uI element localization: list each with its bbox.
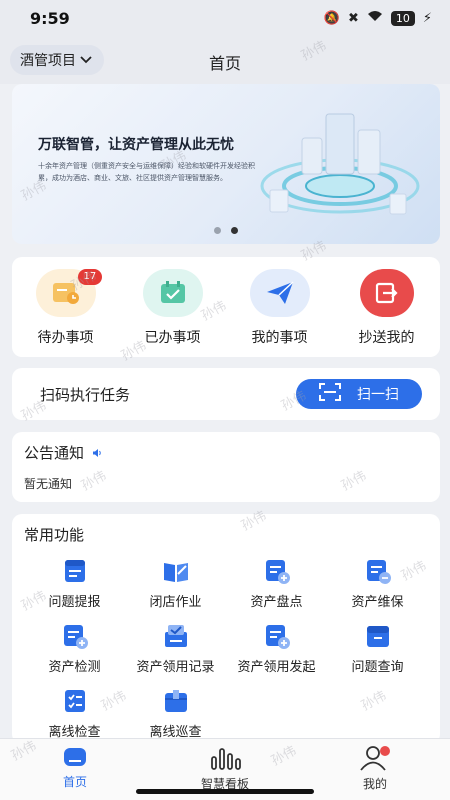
function-offline-check[interactable]: 离线检查 <box>24 687 125 740</box>
top-bar: 酒管项目 首页 <box>0 36 450 84</box>
status-time: 9:59 <box>30 8 70 28</box>
notice-empty-text: 暂无通知 <box>24 477 73 491</box>
function-issue-report[interactable]: 问题提报 <box>24 557 125 610</box>
wifi-icon <box>367 10 383 26</box>
function-label: 资产检测 <box>48 660 101 675</box>
function-label: 资产领用记录 <box>136 660 215 675</box>
battery-level: 10 <box>390 10 415 26</box>
speaker-icon <box>92 444 102 462</box>
box-check-icon <box>164 625 187 647</box>
page-title: 首页 <box>208 54 241 73</box>
status-bar: 9:59 🔕 ✖ 10 ⚡ <box>0 0 450 36</box>
box-icon <box>164 690 187 712</box>
status-icons: 🔕 ✖ 10 ⚡ <box>324 10 432 26</box>
notice-header: 公告通知 <box>24 442 428 463</box>
notice-title: 公告通知 <box>24 444 85 462</box>
home-indicator <box>136 789 314 794</box>
function-label: 资产盘点 <box>250 595 303 610</box>
tab-home[interactable]: 首页 <box>15 739 135 800</box>
function-store-closing[interactable]: 闭店作业 <box>125 557 226 610</box>
banner-carousel[interactable]: 万联智管，让资产管理从此无忧 十余年资产管理（侧重资产安全与运维保障）经验和软硬… <box>12 84 440 244</box>
quick-item-label: 待办事项 <box>37 330 94 346</box>
asset-launch-icon <box>265 625 290 649</box>
common-functions: 常用功能 问题提报 闭店作业 资产盘点 资产维保 资产检测 资产领用记录 资产领… <box>12 514 440 744</box>
quick-item-label: 抄送我的 <box>358 330 415 346</box>
tab-label: 我的 <box>362 777 387 791</box>
open-book-icon <box>163 563 188 582</box>
form-list-icon <box>64 560 85 582</box>
functions-grid: 问题提报 闭店作业 资产盘点 资产维保 资产检测 资产领用记录 资产领用发起 问… <box>24 557 428 740</box>
carousel-dot-active[interactable] <box>231 227 238 234</box>
paper-plane-icon <box>249 269 310 317</box>
scan-task-card: 扫码执行任务 扫一扫 <box>12 368 440 420</box>
function-asset-inventory[interactable]: 资产盘点 <box>226 557 327 610</box>
quick-item-cc[interactable]: 抄送我的 <box>337 269 437 357</box>
quick-item-label: 已办事项 <box>144 330 201 346</box>
functions-title: 常用功能 <box>24 526 85 544</box>
function-asset-check[interactable]: 资产检测 <box>24 622 125 675</box>
sim-off-icon: ✖ <box>347 10 359 26</box>
asset-check-icon <box>63 625 88 649</box>
checklist-icon <box>64 690 85 712</box>
banner-illustration <box>260 113 420 215</box>
function-label: 问题查询 <box>351 660 404 675</box>
scan-button-label: 扫一扫 <box>357 387 399 403</box>
carousel-dot[interactable] <box>214 227 221 234</box>
chart-bars-icon <box>211 748 241 770</box>
forward-icon <box>359 269 414 317</box>
banner-subtitle: 十余年资产管理（侧重资产安全与运维保障）经验和软硬件开发经验积累，成功为酒店、商… <box>38 162 255 182</box>
banner-title: 万联智管，让资产管理从此无忧 <box>38 137 234 153</box>
home-icon <box>64 748 86 766</box>
asset-add-icon <box>265 560 290 584</box>
function-asset-maintenance[interactable]: 资产维保 <box>327 557 428 610</box>
archive-icon <box>366 626 389 647</box>
quick-item-done[interactable]: 已办事项 <box>123 269 223 357</box>
notice-card[interactable]: 公告通知 暂无通知 <box>12 432 440 502</box>
scan-button[interactable]: 扫一扫 <box>296 379 422 409</box>
function-offline-patrol[interactable]: 离线巡查 <box>125 687 226 740</box>
scan-icon <box>319 383 341 405</box>
mute-icon: 🔕 <box>323 10 340 26</box>
asset-maint-icon <box>366 560 391 584</box>
function-label: 问题提报 <box>48 595 101 610</box>
user-icon <box>360 746 390 771</box>
carousel-dots <box>12 227 440 234</box>
quick-item-mine[interactable]: 我的事项 <box>230 269 330 357</box>
charging-icon: ⚡ <box>422 10 432 26</box>
quick-item-todo[interactable]: 17 待办事项 <box>16 269 116 357</box>
function-asset-usage-record[interactable]: 资产领用记录 <box>125 622 226 675</box>
function-asset-usage-launch[interactable]: 资产领用发起 <box>226 622 327 675</box>
function-issue-query[interactable]: 问题查询 <box>327 622 428 675</box>
tab-label: 首页 <box>62 775 87 789</box>
todo-count-badge: 17 <box>77 269 103 285</box>
calendar-check-icon <box>142 269 203 317</box>
function-label: 闭店作业 <box>149 595 202 610</box>
function-label: 资产领用发起 <box>237 660 316 675</box>
tab-mine[interactable]: 我的 <box>315 739 435 800</box>
quick-item-label: 我的事项 <box>251 330 308 346</box>
quick-actions: 17 待办事项 已办事项 我的事项 抄送我的 <box>12 257 440 357</box>
scan-task-label: 扫码执行任务 <box>40 385 131 404</box>
function-label: 资产维保 <box>351 595 404 610</box>
